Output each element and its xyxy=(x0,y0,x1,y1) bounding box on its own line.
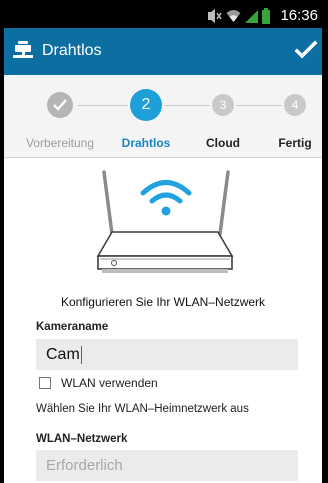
step-label: Vorbereitung xyxy=(25,136,95,150)
status-icons xyxy=(206,8,270,24)
step-connector xyxy=(236,105,282,106)
camera-name-value: Cam xyxy=(46,346,80,363)
status-time: 16:36 xyxy=(280,7,318,24)
action-bar-title: Drahtlos xyxy=(42,42,102,59)
app-screen: 16:36 Drahtlos Vorbereitung 2 Drahtlos 3… xyxy=(4,3,322,483)
text-cursor xyxy=(80,345,82,364)
page-heading: Konfigurieren Sie Ihr WLAN–Netzwerk xyxy=(60,295,266,309)
setup-stepper: Vorbereitung 2 Drahtlos 3 Cloud 4 Fertig xyxy=(4,75,322,158)
camera-icon[interactable] xyxy=(12,40,34,65)
step-number: 2 xyxy=(130,89,162,121)
wifi-router-icon xyxy=(92,168,238,285)
camera-name-label: Kameraname xyxy=(36,321,109,333)
step-connector xyxy=(78,105,128,106)
step-done-check-icon xyxy=(47,92,73,118)
mute-icon xyxy=(208,9,222,23)
signal-icon xyxy=(245,10,258,23)
step-number: 3 xyxy=(212,94,234,116)
step-connector xyxy=(164,105,210,106)
camera-name-field[interactable]: Cam xyxy=(36,339,298,370)
status-bar: 16:36 xyxy=(4,3,322,28)
action-bar: Drahtlos xyxy=(4,28,322,75)
network-info-text: Wählen Sie Ihr WLAN–Heimnetzwerk aus xyxy=(36,403,249,415)
network-label: WLAN–Netzwerk xyxy=(36,433,128,445)
battery-icon xyxy=(262,8,270,24)
use-wlan-checkbox[interactable] xyxy=(39,377,51,389)
wifi-icon xyxy=(226,10,241,22)
network-select-field[interactable]: Erforderlich xyxy=(36,450,298,481)
step-number: 4 xyxy=(284,94,306,116)
use-wlan-label[interactable]: WLAN verwenden xyxy=(61,376,158,390)
checkmark-icon[interactable] xyxy=(294,38,318,67)
network-placeholder: Erforderlich xyxy=(46,457,123,474)
step-label: Fertig xyxy=(278,136,312,150)
